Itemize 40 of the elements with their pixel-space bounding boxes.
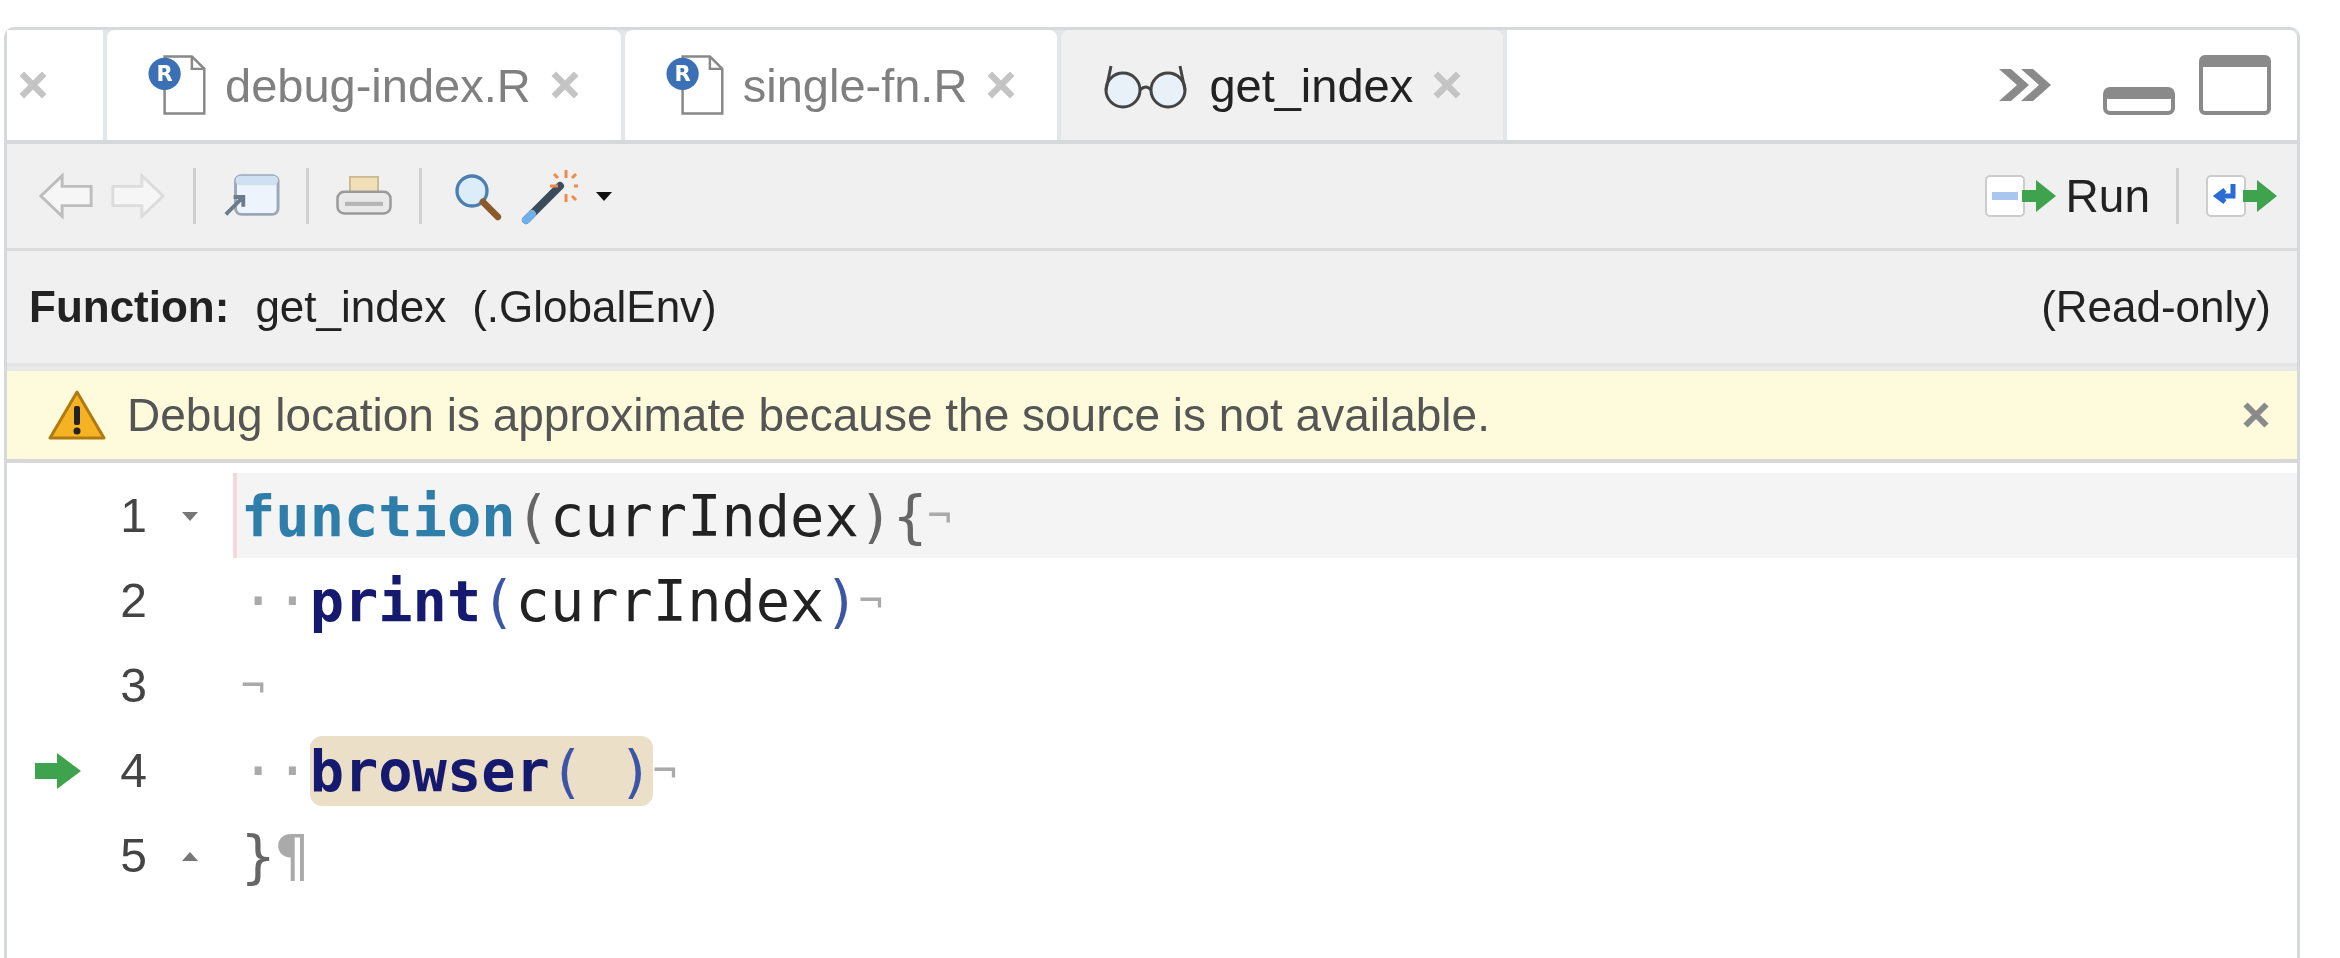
bracket: (	[481, 567, 516, 634]
bracket: {	[893, 482, 928, 549]
back-arrow-icon[interactable]	[37, 171, 95, 221]
function-name: get_index	[255, 282, 447, 332]
line-number: 3	[119, 658, 147, 713]
file-end-marker: ¶	[275, 822, 310, 889]
bracket: (	[515, 482, 550, 549]
keyword: function	[241, 482, 516, 549]
run-button[interactable]: Run	[1983, 169, 2150, 223]
function-name: print	[309, 567, 482, 634]
bracket: }	[241, 822, 276, 889]
whitespace-marker: ··	[241, 737, 310, 804]
tab[interactable]: get_index	[1061, 30, 1504, 140]
whitespace-marker: ··	[241, 567, 310, 634]
environment-name: (.GlobalEnv)	[472, 282, 717, 332]
line-end-marker: ¬	[241, 662, 266, 709]
fold-icon[interactable]	[180, 509, 200, 522]
function-label: Function:	[29, 282, 230, 332]
tab[interactable]	[7, 30, 103, 140]
maximize-icon[interactable]	[2199, 55, 2271, 115]
tab[interactable]: R debug-index.R	[107, 30, 621, 140]
line-number: 2	[119, 573, 147, 628]
line-number: 5	[119, 828, 147, 883]
bracket: )	[858, 482, 894, 549]
line-end-marker: ¬	[652, 747, 677, 794]
warning-message: Debug location is approximate because the source is not available.	[127, 388, 1490, 442]
bracket: )	[824, 567, 859, 634]
identifier: currIndex	[515, 567, 825, 634]
identifier: currIndex	[549, 482, 859, 549]
line-number: 4	[119, 743, 147, 798]
caret-icon[interactable]	[594, 190, 614, 202]
close-icon[interactable]	[17, 69, 49, 101]
line-end-marker: ¬	[858, 577, 883, 624]
current-statement-highlight: browser( )	[309, 735, 653, 806]
line-end-marker: ¬	[927, 492, 952, 539]
line-number: 1	[119, 488, 147, 543]
tab[interactable]: R single-fn.R	[624, 30, 1058, 140]
read-only-label: (Read-only)	[2041, 282, 2271, 332]
warning-icon	[47, 389, 107, 441]
close-icon[interactable]	[2241, 400, 2271, 430]
